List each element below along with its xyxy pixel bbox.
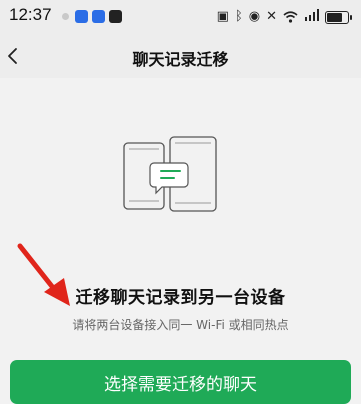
camera-icon: ◉ [248, 9, 261, 24]
device-transfer-illustration [123, 136, 217, 212]
page-title: 聊天记录迁移 [132, 50, 229, 69]
mute-icon: ✕ [266, 9, 277, 24]
nfc-icon: ▣ [216, 9, 229, 24]
app-notification-icon [75, 10, 88, 23]
status-bar: 12:37 ▣ ᛒ ◉ ✕ [0, 0, 361, 34]
bluetooth-icon: ᛒ [234, 9, 243, 24]
status-time: 12:37 [9, 5, 52, 24]
app-notification-icon [92, 10, 105, 23]
tiktok-icon [109, 10, 122, 23]
notification-icons [62, 10, 122, 23]
wifi-icon [283, 11, 298, 23]
system-icons: ▣ ᛒ ◉ ✕ [216, 9, 352, 25]
nav-bar: 聊天记录迁移 [0, 34, 361, 78]
signal-icon [304, 9, 319, 25]
dot-icon [62, 13, 69, 20]
select-chats-button[interactable]: 选择需要迁移的聊天 [10, 360, 351, 404]
battery-icon [325, 10, 352, 24]
wifi-hint: 请将两台设备接入同一 Wi-Fi 或相同热点 [72, 318, 289, 332]
transfer-heading: 迁移聊天记录到另一台设备 [75, 288, 286, 308]
